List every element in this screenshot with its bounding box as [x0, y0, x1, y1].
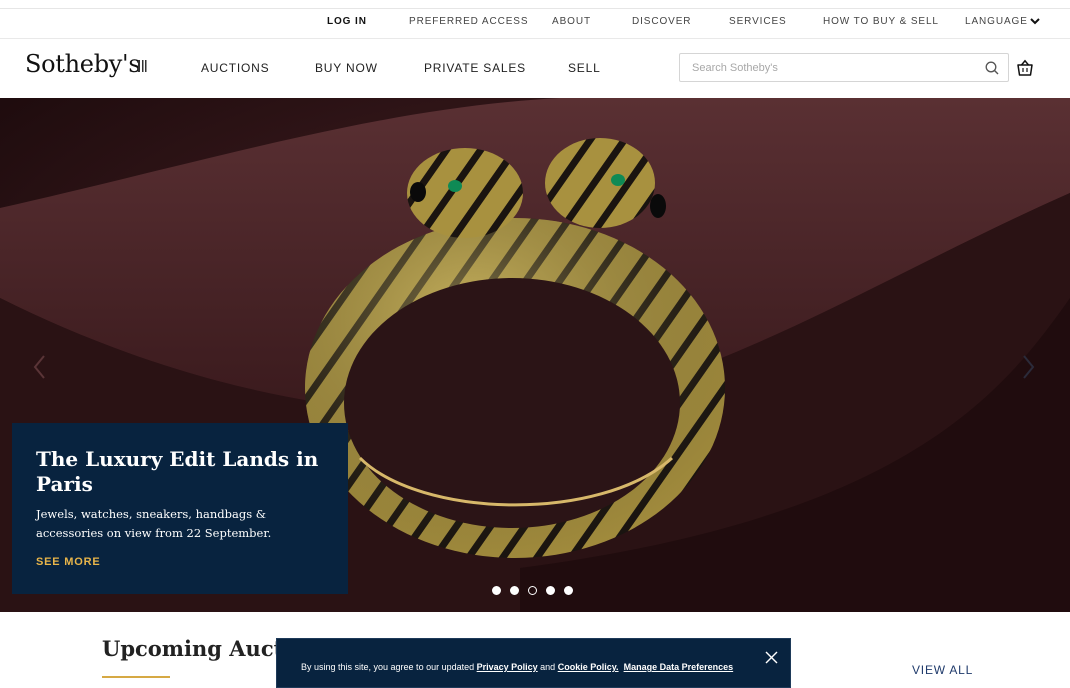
hero-caption: The Luxury Edit Lands in Paris Jewels, w…	[12, 423, 348, 594]
cookie-prefix: By using this site, you agree to our upd…	[301, 662, 477, 672]
discover-link[interactable]: DISCOVER	[632, 16, 691, 27]
nav-auctions[interactable]: AUCTIONS	[201, 61, 269, 75]
hero-carousel: The Luxury Edit Lands in Paris Jewels, w…	[0, 98, 1070, 612]
carousel-dot[interactable]	[510, 586, 519, 595]
about-link[interactable]: ABOUT	[552, 16, 591, 27]
cookie-text: By using this site, you agree to our upd…	[301, 662, 733, 672]
nav-buy-now[interactable]: BUY NOW	[315, 61, 378, 75]
preferred-access-link[interactable]: PREFERRED ACCESS	[409, 16, 528, 27]
heading-underline	[102, 676, 170, 678]
cookie-and: and	[537, 662, 558, 672]
privacy-policy-link[interactable]: Privacy Policy	[477, 662, 538, 672]
sothebys-logo[interactable]: Sotheby's	[25, 50, 141, 78]
next-slide-arrow[interactable]	[1018, 353, 1038, 381]
view-all-link[interactable]: VIEW ALL	[912, 663, 973, 677]
search-input[interactable]	[680, 54, 994, 81]
shopping-bag-icon[interactable]	[1016, 59, 1034, 77]
chevron-down-icon	[1030, 18, 1040, 25]
cookie-policy-link[interactable]: Cookie Policy.	[558, 662, 619, 672]
cookie-banner: By using this site, you agree to our upd…	[276, 638, 791, 688]
nav-sell[interactable]: SELL	[568, 61, 601, 75]
carousel-dots	[492, 582, 582, 595]
search-box	[679, 53, 1009, 82]
hero-description: Jewels, watches, sneakers, handbags & ac…	[36, 507, 272, 540]
language-label: LANGUAGE	[965, 16, 1028, 27]
close-icon[interactable]	[765, 651, 778, 664]
utility-nav: LOG IN PREFERRED ACCESS ABOUT DISCOVER S…	[0, 9, 1070, 39]
nav-private-sales[interactable]: PRIVATE SALES	[424, 61, 526, 75]
main-header: Sotheby's AUCTIONS BUY NOW PRIVATE SALES…	[0, 39, 1070, 97]
services-link[interactable]: SERVICES	[729, 16, 787, 27]
logo-est-mark	[138, 60, 147, 72]
hero-title: The Luxury Edit Lands in Paris	[36, 447, 319, 496]
manage-data-preferences-link[interactable]: Manage Data Preferences	[624, 662, 734, 672]
carousel-dot[interactable]	[546, 586, 555, 595]
login-link[interactable]: LOG IN	[327, 16, 367, 27]
previous-slide-arrow[interactable]	[30, 353, 50, 381]
carousel-dot[interactable]	[492, 586, 501, 595]
search-icon[interactable]	[985, 61, 999, 75]
how-to-buy-sell-link[interactable]: HOW TO BUY & SELL	[823, 16, 939, 27]
carousel-dot[interactable]	[564, 586, 573, 595]
language-dropdown[interactable]: LANGUAGE	[965, 16, 1040, 27]
carousel-dot-active[interactable]	[528, 586, 537, 595]
top-border	[0, 0, 1070, 9]
see-more-link[interactable]: SEE MORE	[36, 556, 100, 568]
